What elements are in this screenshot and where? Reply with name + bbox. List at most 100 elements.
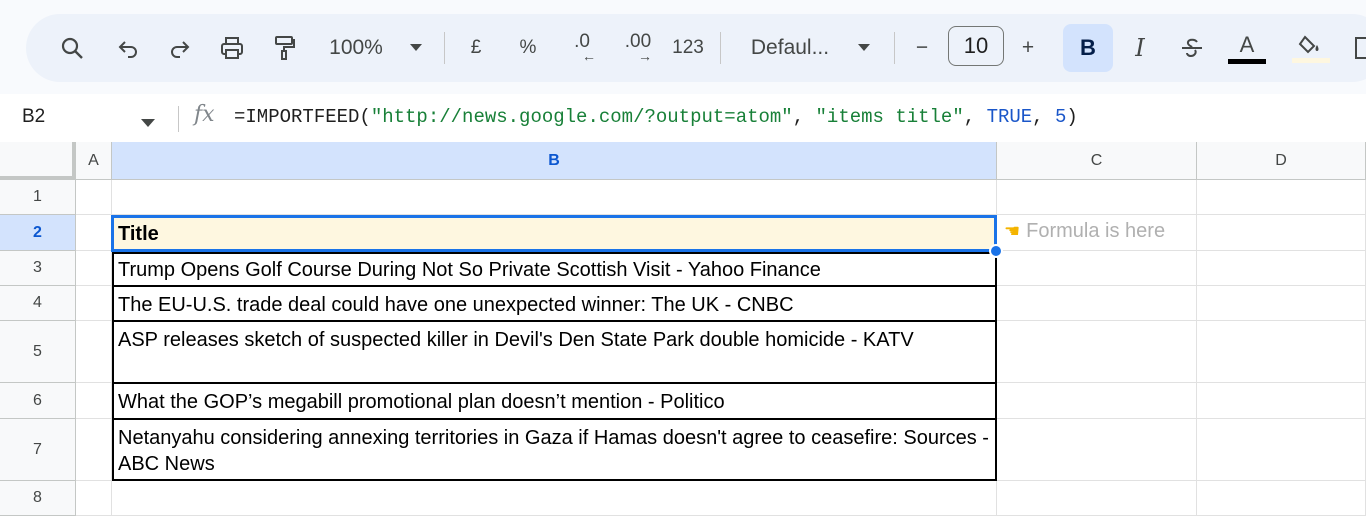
name-box-dropdown-icon[interactable]: [141, 114, 155, 132]
formula-function: =IMPORTFEED(: [234, 106, 371, 128]
cell-d1[interactable]: [1197, 180, 1366, 215]
text-color-bar: [1228, 58, 1266, 64]
font-size-input[interactable]: 10: [948, 26, 1004, 66]
cell-c5[interactable]: [997, 321, 1197, 383]
column-label: B: [548, 151, 560, 169]
fill-color-bar: [1292, 58, 1330, 63]
formula-input[interactable]: =IMPORTFEED("http://news.google.com/?out…: [234, 106, 1078, 128]
zoom-select[interactable]: 100%: [322, 14, 390, 82]
number-format-label: 123: [672, 37, 704, 58]
cell-c6[interactable]: [997, 383, 1197, 419]
cell-b3[interactable]: Trump Opens Golf Course During Not So Pr…: [112, 252, 997, 287]
strikethrough-icon[interactable]: [1176, 14, 1208, 82]
italic-button[interactable]: I: [1126, 14, 1154, 82]
paint-format-icon[interactable]: [268, 14, 300, 82]
formula-arg-headers: TRUE: [986, 106, 1033, 128]
paint-bucket-icon: [1298, 35, 1319, 54]
increase-decimal-button[interactable]: .00 →: [618, 14, 658, 82]
cell-a5[interactable]: [76, 321, 112, 383]
more-formats-button[interactable]: 123: [670, 14, 706, 82]
italic-label: I: [1135, 34, 1145, 62]
formula-bar-divider: [178, 106, 179, 132]
search-menus-icon[interactable]: [56, 14, 88, 82]
percent-label: %: [519, 37, 537, 58]
cell-d8[interactable]: [1197, 481, 1366, 516]
cell-a8[interactable]: [76, 481, 112, 516]
spreadsheet-grid: A B C D 1 2 3 4 5 6 7 8 Title Trump Open…: [0, 142, 1366, 516]
cell-d2[interactable]: [1197, 215, 1366, 251]
column-label: A: [88, 151, 99, 169]
font-select[interactable]: Defaul...: [742, 14, 838, 82]
cell-d3[interactable]: [1197, 251, 1366, 286]
column-header-b[interactable]: B: [112, 142, 997, 180]
cell-reference: B2: [22, 106, 46, 127]
row-label: 4: [33, 294, 42, 311]
cell-c8[interactable]: [997, 481, 1197, 516]
row-header-3[interactable]: 3: [0, 251, 76, 286]
row-header-5[interactable]: 5: [0, 321, 76, 383]
formula-note: ☚ Formula is here: [1004, 220, 1165, 243]
row-border: [112, 285, 997, 287]
row-header-2[interactable]: 2: [0, 215, 76, 251]
row-label: 8: [33, 489, 42, 506]
feed-item-title: Netanyahu considering annexing territori…: [118, 427, 989, 475]
font-dropdown-icon[interactable]: [854, 14, 874, 82]
percent-format-button[interactable]: %: [516, 14, 540, 82]
cell-a3[interactable]: [76, 251, 112, 286]
row-header-8[interactable]: 8: [0, 481, 76, 516]
print-icon[interactable]: [216, 14, 248, 82]
row-header-7[interactable]: 7: [0, 419, 76, 481]
cell-d7[interactable]: [1197, 419, 1366, 481]
cell-a4[interactable]: [76, 286, 112, 321]
cell-a6[interactable]: [76, 383, 112, 419]
formula-separator: ,: [963, 106, 987, 128]
cell-a1[interactable]: [76, 180, 112, 215]
column-header-d[interactable]: D: [1197, 142, 1366, 180]
cell-a7[interactable]: [76, 419, 112, 481]
cell-b5[interactable]: ASP releases sketch of suspected killer …: [112, 322, 997, 384]
fill-handle[interactable]: [989, 244, 1003, 258]
column-header-a[interactable]: A: [76, 142, 112, 180]
row-border: [112, 320, 997, 322]
cell-b7[interactable]: Netanyahu considering annexing territori…: [112, 420, 997, 482]
redo-icon[interactable]: [164, 14, 196, 82]
arrow-right-icon: →: [638, 48, 652, 64]
row-header-6[interactable]: 6: [0, 383, 76, 419]
undo-icon[interactable]: [112, 14, 144, 82]
formula-close: ): [1066, 106, 1078, 128]
cell-d6[interactable]: [1197, 383, 1366, 419]
toolbar-divider: [720, 32, 721, 64]
currency-label: £: [470, 37, 482, 58]
select-all-corner[interactable]: [0, 142, 76, 180]
plus-label: +: [1021, 36, 1035, 59]
bold-button[interactable]: B: [1063, 24, 1113, 72]
cell-b4[interactable]: The EU-U.S. trade deal could have one un…: [112, 287, 997, 322]
cell-c7[interactable]: [997, 419, 1197, 481]
text-color-button[interactable]: A: [1226, 14, 1268, 82]
cell-a2[interactable]: [76, 215, 112, 251]
row-header-4[interactable]: 4: [0, 286, 76, 321]
cell-b8[interactable]: [112, 481, 997, 516]
currency-format-button[interactable]: £: [464, 14, 488, 82]
cell-d4[interactable]: [1197, 286, 1366, 321]
pointing-hand-icon: ☚: [1004, 221, 1021, 241]
decrease-font-size-button[interactable]: −: [910, 14, 934, 82]
borders-icon[interactable]: [1352, 14, 1366, 82]
increase-font-size-button[interactable]: +: [1014, 14, 1042, 82]
decrease-decimal-button[interactable]: .0 ←: [564, 14, 600, 82]
name-box[interactable]: B2: [22, 106, 45, 128]
cell-c3[interactable]: [997, 251, 1197, 286]
cell-c4[interactable]: [997, 286, 1197, 321]
cell-c1[interactable]: [997, 180, 1197, 215]
row-label: 7: [33, 440, 42, 458]
bold-label: B: [1080, 35, 1096, 60]
fill-color-button[interactable]: [1288, 14, 1334, 82]
cell-d5[interactable]: [1197, 321, 1366, 383]
feed-item-title: What the GOP’s megabill promotional plan…: [118, 391, 725, 413]
column-header-c[interactable]: C: [997, 142, 1197, 180]
row-header-1[interactable]: 1: [0, 180, 76, 215]
zoom-dropdown-icon[interactable]: [406, 14, 426, 82]
cell-b1[interactable]: [112, 180, 997, 215]
cell-b2[interactable]: Title: [112, 215, 997, 252]
cell-b6[interactable]: What the GOP’s megabill promotional plan…: [112, 384, 997, 419]
